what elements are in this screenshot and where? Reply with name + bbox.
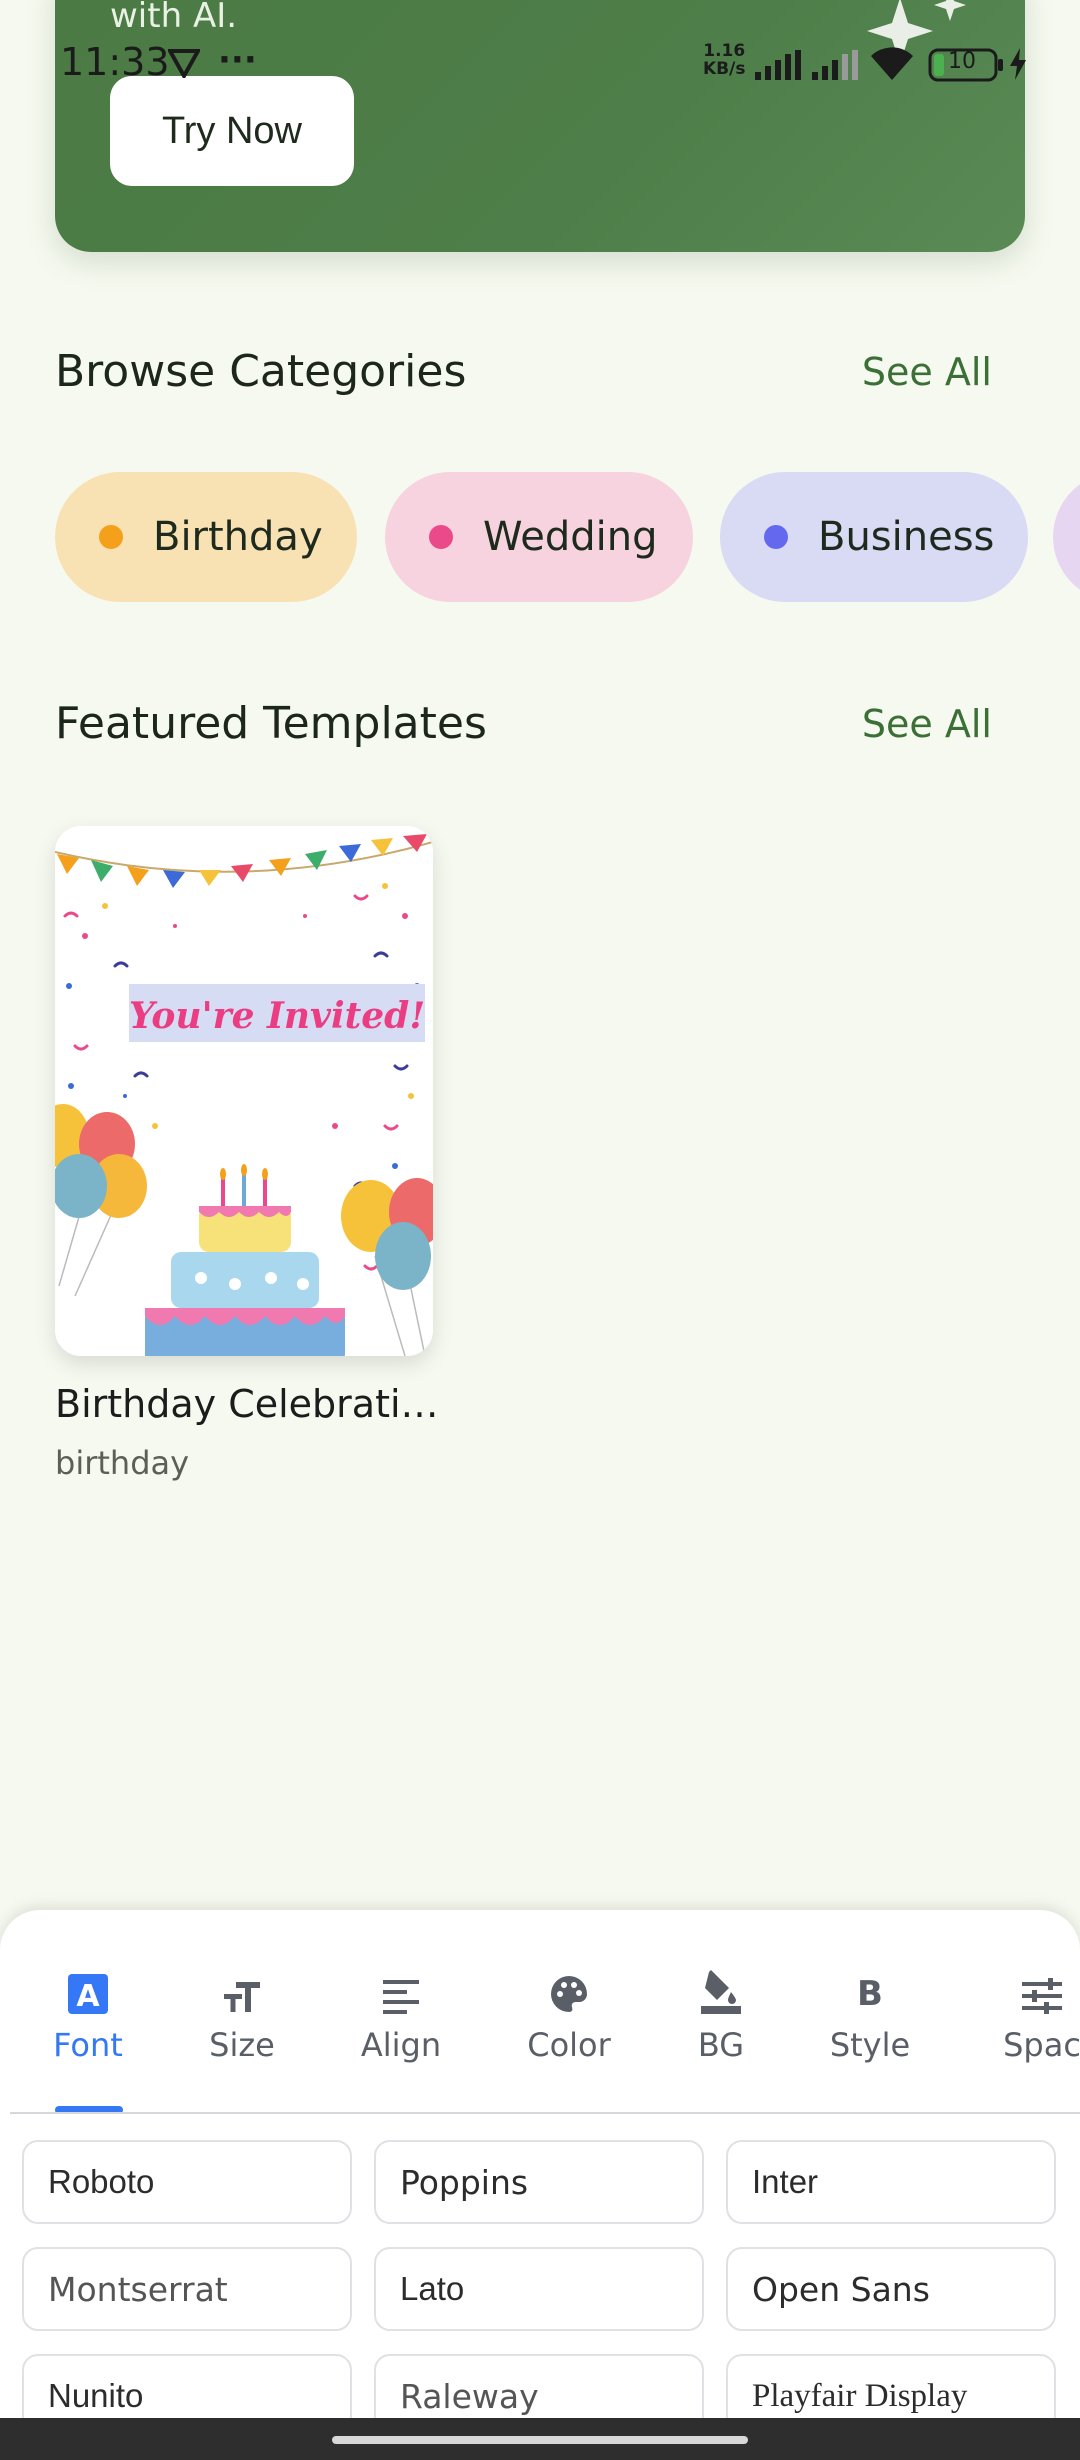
- tab-label: Style: [829, 2026, 911, 2064]
- tab-label: Size: [209, 2026, 275, 2064]
- editor-tab-bar: A Font Size Align Color BG B Style Spac: [0, 1958, 1080, 2078]
- tab-spacing[interactable]: Spac: [972, 1958, 1080, 2064]
- template-category: birthday: [55, 1444, 190, 1482]
- business-dot-icon: [764, 525, 788, 549]
- category-chip-wedding[interactable]: Wedding: [385, 472, 693, 602]
- font-option-lato[interactable]: Lato: [374, 2247, 704, 2331]
- font-option-open-sans[interactable]: Open Sans: [726, 2247, 1056, 2331]
- font-option-montserrat[interactable]: Montserrat: [22, 2247, 352, 2331]
- tab-divider: [10, 2112, 1080, 2114]
- card-title-text: You're Invited!: [129, 995, 425, 1037]
- status-time: 11:33: [60, 40, 170, 84]
- birthday-invitation-thumbnail: You're Invited!: [55, 826, 433, 1356]
- category-chips: Birthday Wedding Business: [55, 472, 1080, 604]
- tab-label: Align: [360, 2026, 442, 2064]
- featured-templates-title: Featured Templates: [55, 698, 487, 749]
- palette-icon: [499, 1958, 639, 2014]
- font-icon: A: [18, 1958, 158, 2014]
- font-option-poppins[interactable]: Poppins: [374, 2140, 704, 2224]
- status-bar: 11:33 ··· 1.16 KB/s 10: [0, 0, 1080, 130]
- chip-label: Business: [818, 514, 995, 560]
- battery-level: 10: [948, 49, 976, 74]
- browse-categories-title: Browse Categories: [55, 346, 467, 397]
- template-card-birthday[interactable]: You're Invited!: [55, 826, 433, 1356]
- signal-strength-2-icon: [812, 50, 858, 80]
- signal-strength-icon: [755, 50, 801, 80]
- tab-bg[interactable]: BG: [651, 1958, 791, 2064]
- template-name: Birthday Celebrati…: [55, 1382, 439, 1426]
- tab-label: Font: [53, 2026, 123, 2064]
- category-chip-birthday[interactable]: Birthday: [55, 472, 357, 602]
- featured-see-all-link[interactable]: See All: [862, 702, 992, 746]
- tab-label: Spac: [1003, 2026, 1080, 2064]
- align-left-icon: [331, 1958, 471, 2014]
- more-notifications-icon: ···: [218, 40, 257, 80]
- font-option-roboto[interactable]: Roboto: [22, 2140, 352, 2224]
- network-speed: 1.16 KB/s: [703, 41, 746, 79]
- category-chip-business[interactable]: Business: [720, 472, 1028, 602]
- tab-style[interactable]: B Style: [800, 1958, 940, 2064]
- tab-size[interactable]: Size: [172, 1958, 312, 2064]
- bold-icon: B: [857, 1974, 883, 2014]
- svg-text:A: A: [76, 1979, 100, 2014]
- tune-icon: [972, 1958, 1080, 2014]
- chip-label: Wedding: [483, 514, 658, 560]
- home-gesture-handle[interactable]: [332, 2436, 748, 2444]
- categories-see-all-link[interactable]: See All: [862, 350, 992, 394]
- birthday-dot-icon: [99, 525, 123, 549]
- tab-label: Color: [527, 2026, 611, 2064]
- tab-align[interactable]: Align: [331, 1958, 471, 2064]
- charging-bolt-icon: [1010, 48, 1026, 80]
- chip-label: Birthday: [153, 514, 323, 560]
- tab-font[interactable]: A Font: [18, 1958, 158, 2064]
- font-option-inter[interactable]: Inter: [726, 2140, 1056, 2224]
- tab-label: BG: [697, 2026, 745, 2064]
- vpn-shield-icon: [168, 49, 200, 78]
- text-size-icon: [172, 1958, 312, 2014]
- wedding-dot-icon: [429, 525, 453, 549]
- wifi-icon: [871, 47, 913, 80]
- category-chip-more[interactable]: [1053, 472, 1080, 602]
- tab-color[interactable]: Color: [499, 1958, 639, 2064]
- fill-bucket-icon: [651, 1958, 791, 2014]
